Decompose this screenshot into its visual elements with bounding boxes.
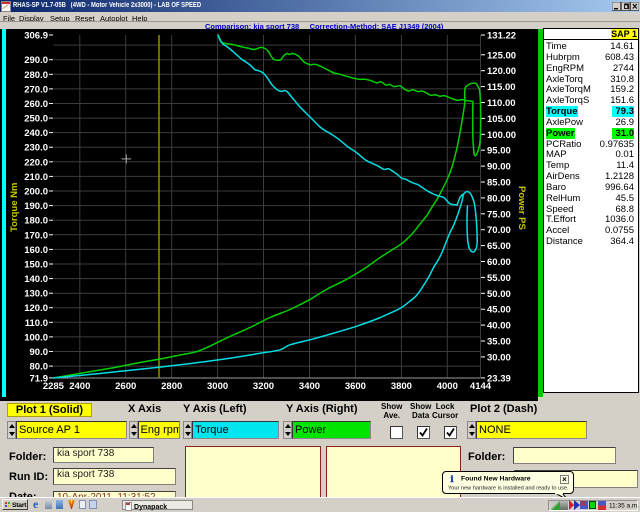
svg-text:40.00: 40.00	[487, 321, 511, 332]
svg-text:90.00: 90.00	[487, 162, 511, 173]
svg-text:120.0: 120.0	[24, 303, 48, 314]
svg-text:150.0: 150.0	[24, 260, 48, 271]
svg-text:4144: 4144	[470, 381, 492, 392]
svg-text:2600: 2600	[115, 381, 136, 392]
svg-text:131.22: 131.22	[487, 31, 516, 42]
svg-text:75.00: 75.00	[487, 209, 511, 220]
svg-text:160.0: 160.0	[24, 245, 48, 256]
svg-text:3000: 3000	[207, 381, 228, 392]
svg-text:2400: 2400	[69, 381, 90, 392]
svg-text:260.0: 260.0	[24, 99, 48, 110]
svg-text:110.0: 110.0	[25, 318, 48, 329]
svg-text:30.00: 30.00	[487, 352, 511, 363]
svg-text:120.00: 120.00	[487, 66, 516, 77]
svg-text:105.00: 105.00	[487, 114, 516, 125]
svg-text:270.0: 270.0	[24, 84, 48, 95]
svg-text:250.0: 250.0	[24, 114, 48, 125]
svg-text:3800: 3800	[391, 381, 412, 392]
svg-text:3200: 3200	[253, 381, 274, 392]
svg-text:100.00: 100.00	[487, 130, 516, 141]
svg-text:210.0: 210.0	[24, 172, 48, 183]
svg-text:170.0: 170.0	[24, 230, 48, 241]
svg-text:Torque Nm: Torque Nm	[9, 183, 20, 232]
svg-text:55.00: 55.00	[487, 273, 511, 284]
svg-text:2800: 2800	[161, 381, 182, 392]
svg-text:110.00: 110.00	[487, 98, 516, 109]
svg-text:45.00: 45.00	[487, 305, 511, 316]
svg-text:240.0: 240.0	[24, 128, 48, 139]
svg-text:4000: 4000	[437, 381, 458, 392]
svg-text:200.0: 200.0	[24, 187, 48, 198]
svg-text:3600: 3600	[345, 381, 366, 392]
svg-text:65.00: 65.00	[487, 241, 511, 252]
svg-text:306.9: 306.9	[24, 31, 48, 42]
svg-text:230.0: 230.0	[24, 143, 48, 154]
svg-text:2285: 2285	[43, 381, 65, 392]
svg-text:100.0: 100.0	[24, 332, 48, 343]
svg-text:190.0: 190.0	[24, 201, 48, 212]
svg-text:180.0: 180.0	[24, 216, 48, 227]
svg-text:3400: 3400	[299, 381, 320, 392]
svg-text:220.0: 220.0	[24, 157, 48, 168]
svg-text:80.00: 80.00	[487, 193, 511, 204]
svg-text:125.00: 125.00	[487, 50, 516, 61]
svg-text:Power PS: Power PS	[516, 186, 527, 230]
svg-text:50.00: 50.00	[487, 289, 511, 300]
svg-text:85.00: 85.00	[487, 178, 511, 189]
svg-text:280.0: 280.0	[24, 70, 48, 81]
svg-text:130.0: 130.0	[24, 289, 48, 300]
svg-text:95.00: 95.00	[487, 146, 511, 157]
svg-text:115.00: 115.00	[487, 82, 516, 93]
svg-text:290.0: 290.0	[24, 55, 48, 66]
svg-text:70.00: 70.00	[487, 225, 511, 236]
svg-text:35.00: 35.00	[487, 337, 511, 348]
svg-text:90.0: 90.0	[30, 347, 49, 358]
svg-text:140.0: 140.0	[24, 274, 48, 285]
svg-text:60.00: 60.00	[487, 257, 511, 268]
svg-text:80.0: 80.0	[30, 362, 49, 373]
